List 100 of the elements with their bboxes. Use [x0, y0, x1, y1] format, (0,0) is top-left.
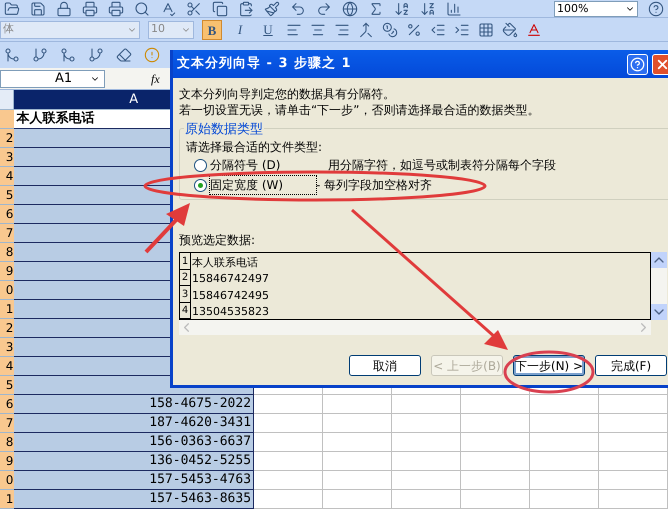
save-icon[interactable] [30, 1, 46, 17]
annotation-arrow [144, 203, 190, 254]
table-cell [461, 471, 530, 490]
diagram-icon[interactable] [88, 47, 104, 63]
row-header[interactable]: 1 [0, 490, 14, 509]
preview-row-text: 13504535823 [191, 305, 269, 319]
group-prompt: 请选择最合适的文件类型: [186, 139, 324, 155]
table-cell: 156-0363-6637 [14, 433, 254, 452]
radio-label[interactable]: 固定宽度 (W) [210, 176, 316, 194]
eraser-icon[interactable] [116, 47, 132, 63]
scroll-up-icon[interactable] [651, 252, 667, 268]
printer-icon[interactable] [82, 1, 98, 17]
radio-button[interactable] [194, 178, 207, 192]
name-box[interactable]: A1 [0, 70, 105, 88]
row-header[interactable]: 4 [0, 357, 14, 376]
vertical-scrollbar[interactable] [651, 252, 667, 320]
row-header[interactable]: 2 [0, 319, 14, 338]
table-cell [599, 471, 668, 490]
percent-icon[interactable] [406, 22, 422, 38]
bar-chart-icon[interactable] [446, 1, 462, 17]
borders-icon[interactable] [478, 22, 494, 38]
table-cell [392, 395, 462, 414]
table-cell [461, 395, 530, 414]
preview-row-number: 4 [180, 302, 191, 319]
dialog-button[interactable]: 取消 [349, 355, 421, 376]
row-header[interactable]: 3 [0, 338, 14, 357]
paste-icon[interactable] [238, 1, 254, 17]
preview-label: 预览选定数据: [179, 232, 256, 248]
table-cell [530, 471, 600, 490]
sort-ascending-icon[interactable] [394, 1, 410, 17]
row-header[interactable]: 3 [0, 148, 14, 167]
diagram-icon[interactable] [4, 47, 20, 63]
row-header[interactable]: 5 [0, 376, 14, 395]
table-cell [392, 490, 462, 509]
preview-row-number: 2 [180, 270, 191, 286]
undo-icon[interactable] [290, 1, 306, 17]
row-header[interactable]: 9 [0, 262, 14, 281]
row-header[interactable]: 9 [0, 452, 14, 471]
radio-label[interactable]: 分隔符号 (D) [210, 156, 316, 174]
table-cell [530, 490, 600, 509]
copy-icon[interactable] [212, 1, 228, 17]
row-header[interactable]: 8 [0, 433, 14, 452]
row-header[interactable]: 0 [0, 471, 14, 490]
help-button[interactable] [627, 54, 648, 74]
fill-color-icon[interactable] [502, 22, 518, 38]
diagram-icon[interactable] [32, 47, 48, 63]
printer-icon[interactable] [108, 1, 124, 17]
row-header[interactable]: 2 [0, 129, 14, 148]
globe-icon[interactable] [342, 1, 358, 17]
table-cell [530, 433, 600, 452]
row-header[interactable]: 1 [0, 300, 14, 319]
table-cell [461, 433, 530, 452]
table-cell [461, 414, 530, 433]
help-icon [630, 56, 645, 72]
scissors-icon[interactable] [186, 1, 202, 17]
table-cell: 136-0452-5255 [14, 452, 254, 471]
merge-icon[interactable] [358, 22, 374, 38]
preview-row-number: 1 [180, 253, 191, 270]
corner-header [0, 90, 14, 110]
diagram-icon[interactable] [60, 47, 76, 63]
dialog-title: 文本分列向导 - 3 步骤之 1 [177, 54, 353, 74]
magnifier-icon[interactable] [134, 1, 150, 17]
lock-icon[interactable] [56, 1, 72, 17]
table-cell: 158-4675-2022 [14, 395, 254, 414]
row-header[interactable]: 6 [0, 395, 14, 414]
close-button[interactable] [652, 54, 668, 74]
option-description: - 每列字段加空格对齐 [316, 177, 432, 194]
table-cell [254, 433, 324, 452]
table-cell [254, 452, 324, 471]
dialog-button[interactable]: 下一步(N) > [513, 355, 585, 376]
function-label[interactable]: fx [151, 70, 160, 88]
preview-row-number: 3 [180, 286, 191, 302]
row-header[interactable]: 7 [0, 224, 14, 243]
row-header[interactable]: 0 [0, 281, 14, 300]
folder-icon[interactable] [4, 1, 20, 17]
font-color-icon[interactable] [526, 22, 542, 38]
row-header[interactable]: 4 [0, 167, 14, 186]
style-button[interactable]: I [230, 20, 250, 40]
radio-button[interactable] [194, 158, 207, 172]
help-icon[interactable] [648, 1, 664, 17]
table-cell [392, 471, 462, 490]
row-header[interactable]: 5 [0, 186, 14, 205]
sort-descending-icon[interactable] [420, 1, 436, 17]
scroll-down-icon[interactable] [651, 304, 667, 320]
currency-icon[interactable] [382, 22, 398, 38]
style-button[interactable]: U [258, 20, 278, 40]
table-cell: 157-5463-8635 [14, 490, 254, 509]
dialog-button[interactable]: 完成(F) [595, 355, 667, 376]
row-header[interactable]: 8 [0, 243, 14, 262]
table-cell: 187-4620-3431 [14, 414, 254, 433]
redo-icon[interactable] [316, 1, 332, 17]
row-header[interactable]: 6 [0, 205, 14, 224]
row-header[interactable]: 7 [0, 414, 14, 433]
style-button[interactable]: B [202, 20, 222, 40]
table-cell [323, 433, 392, 452]
brush-icon[interactable] [264, 1, 280, 17]
zoom-field[interactable]: 100% [554, 1, 638, 17]
table-cell [392, 414, 462, 433]
table-cell [254, 395, 324, 414]
table-cell [254, 471, 324, 490]
